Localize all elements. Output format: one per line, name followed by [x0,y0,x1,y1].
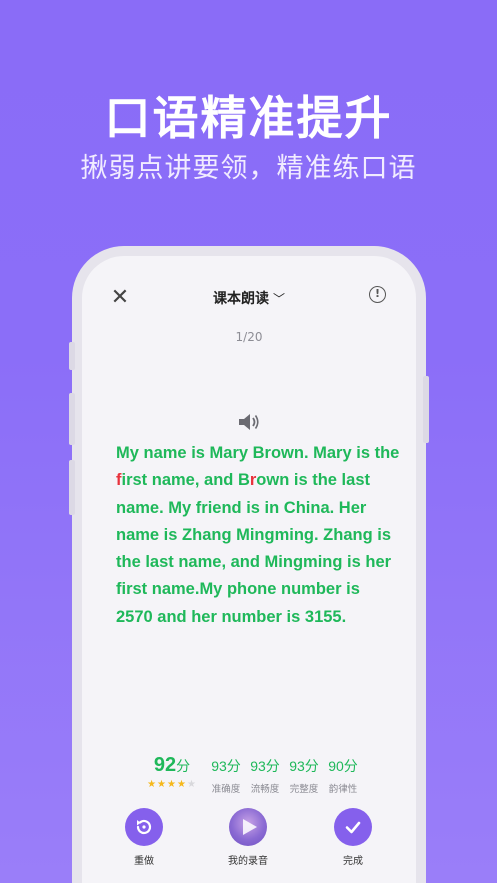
redo-button[interactable]: 重做 [109,808,179,867]
passage-text: own is the last name. My friend is in Ch… [116,471,392,626]
metric-value: 93分 [289,758,319,774]
star-rating: ★★★★★ [142,779,202,790]
header-title-dropdown[interactable]: 课本朗读 ﹀ [82,288,416,308]
metric-value: 90分 [328,758,358,774]
passage-text: irst name, and B [121,471,250,490]
metric-accuracy: 93分 准确度 [206,756,246,795]
passage-text: My name is Mary Brown. Mary is the [116,444,400,462]
star-icon: ★ [176,779,187,790]
info-icon[interactable]: ! [369,286,386,303]
phone-screen: ✕ 课本朗读 ﹀ ! 1/20 My name is Mary Brown. Ma… [82,256,416,883]
phone-side-button [423,376,429,443]
star-icon: ★ [186,779,197,790]
metric-label: 准确度 [211,784,241,795]
metric-label: 韵律性 [328,784,358,795]
redo-label: 重做 [134,856,154,867]
metric-label: 完整度 [289,784,319,795]
metric-completeness: 93分 完整度 [284,756,324,795]
play-icon[interactable] [229,808,267,846]
done-button[interactable]: 完成 [318,808,388,867]
metric-value: 93分 [211,758,241,774]
score-panel: 92分 ★★★★★ 93分 准确度 93分 流畅度 93分 完整度 90分 韵律… [82,754,416,795]
chevron-down-icon: ﹀ [272,292,285,306]
metric-fluency: 93分 流畅度 [245,756,285,795]
check-icon[interactable] [334,808,372,846]
star-icon: ★ [157,779,168,790]
hero-title: 口语精准提升 [104,91,393,145]
phone-side-button [69,460,75,515]
my-recording-label: 我的录音 [228,856,268,867]
star-icon: ★ [147,779,158,790]
phone-side-button [69,393,75,445]
done-label: 完成 [343,856,363,867]
progress-indicator: 1/20 [235,330,263,344]
total-score: 92分 ★★★★★ [142,754,202,790]
metric-label: 流畅度 [250,784,280,795]
reading-passage: My name is Mary Brown. Mary is the first… [116,440,400,631]
total-score-value: 92 [153,754,177,776]
phone-side-button [69,342,75,370]
redo-icon[interactable] [125,808,163,846]
my-recording-button[interactable]: 我的录音 [213,808,283,867]
total-score-unit: 分 [176,758,191,774]
metric-value: 93分 [250,758,280,774]
star-icon: ★ [167,779,177,790]
speaker-icon[interactable] [238,413,260,431]
page-title: 课本朗读 [212,291,269,307]
metric-prosody: 90分 韵律性 [323,756,363,795]
hero-subtitle: 揪弱点讲要领，精准练口语 [80,153,417,184]
